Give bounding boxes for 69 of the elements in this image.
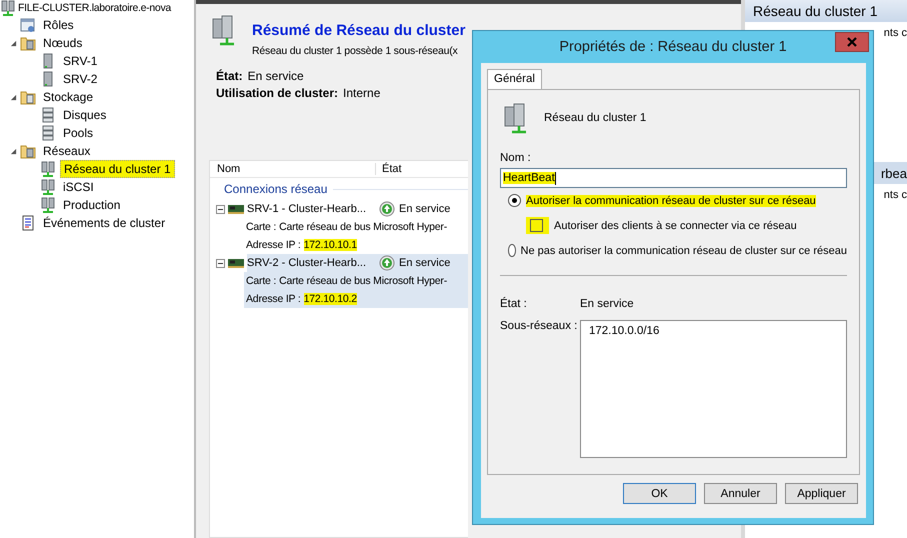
tab[interactable]: Général	[487, 69, 542, 89]
tree-item[interactable]: Pools	[60, 125, 96, 141]
detail-label: Adresse IP :	[246, 293, 301, 305]
network-server-icon	[0, 0, 16, 16]
tree-item[interactable]: Réseaux	[40, 143, 94, 159]
folder-icon	[20, 35, 36, 51]
field-label: État:	[216, 69, 243, 83]
detail-value: 172.10.10.2	[304, 293, 357, 305]
summary-subtitle: Réseau du cluster 1 possède 1 sous-réseau(x	[252, 45, 459, 57]
disk-stack-icon	[40, 107, 56, 123]
network-card-icon	[228, 204, 244, 214]
connection-name[interactable]: SRV-2 - Cluster-Hearb...	[247, 257, 375, 269]
dialog-title: Propriétés de : Réseau du cluster 1	[559, 39, 787, 55]
tree-item[interactable]: Production	[60, 197, 124, 213]
actions-header: Réseau du cluster 1	[745, 0, 907, 22]
detail-label: Adresse IP :	[246, 239, 301, 251]
collapse-icon[interactable]	[216, 258, 225, 268]
field-label: Nom :	[500, 152, 532, 164]
field-label: État :	[500, 298, 528, 310]
collapse-icon[interactable]	[216, 204, 225, 214]
field-label: Utilisation de cluster:	[216, 86, 338, 100]
checkbox-option[interactable]: Autoriser des clients à se connecter via ce réseau	[508, 217, 847, 234]
disk-stack-icon	[40, 125, 56, 141]
tree-item[interactable]: Réseau du cluster 1	[60, 160, 175, 178]
dialog-button[interactable]: Annuler	[704, 483, 777, 504]
dialog-button[interactable]: Appliquer	[785, 483, 858, 504]
radio-option[interactable]: Ne pas autoriser la communication réseau de cluster sur ce réseau	[508, 244, 847, 257]
detail-value: Carte réseau de bus Microsoft Hyper-	[279, 221, 447, 233]
tree-item[interactable]: FILE-CLUSTER.laboratoire.e-nova	[17, 2, 172, 14]
tree-item[interactable]: iSCSI	[60, 179, 97, 195]
status-text: En service	[399, 257, 450, 269]
detail-value: 172.10.10.1	[304, 239, 357, 251]
log-icon	[20, 215, 36, 231]
tree-item[interactable]: SRV-2	[60, 71, 100, 87]
tree-item[interactable]: Rôles	[40, 17, 77, 33]
network-card-icon	[228, 258, 244, 268]
status-text: En service	[399, 203, 450, 215]
field-value: Interne	[343, 86, 380, 100]
expanded-arrow-icon[interactable]	[10, 148, 16, 154]
expanded-arrow-icon[interactable]	[10, 94, 16, 100]
status-value: En service	[580, 298, 634, 310]
network-server-icon	[40, 179, 56, 195]
tree-item[interactable]: Disques	[60, 107, 110, 123]
detail-label: Carte :	[246, 221, 276, 233]
close-button[interactable]	[835, 32, 869, 52]
detail-label: Carte :	[246, 275, 276, 287]
column-header[interactable]: État	[376, 163, 402, 175]
network-server-icon	[40, 197, 56, 213]
summary-title: Résumé de Réseau du cluster	[252, 22, 466, 39]
field-label: Sous-réseaux :	[500, 320, 578, 334]
tree-item[interactable]: Événements de cluster	[40, 215, 168, 231]
field-value: En service	[248, 69, 304, 83]
network-name: Réseau du cluster 1	[544, 112, 646, 124]
connection-name[interactable]: SRV-1 - Cluster-Hearb...	[247, 203, 375, 215]
detail-value: Carte réseau de bus Microsoft Hyper-	[279, 275, 447, 287]
folder-icon	[20, 143, 36, 159]
name-field[interactable]: HeartBeat	[500, 168, 847, 188]
up-arrow-icon	[379, 201, 395, 217]
tree-item[interactable]: SRV-1	[60, 53, 100, 69]
dialog-button[interactable]: OK	[623, 483, 696, 504]
subnet-item[interactable]: 172.10.0.0/16	[589, 325, 838, 337]
close-icon	[847, 37, 857, 47]
group-header: Connexions réseau	[224, 182, 328, 196]
folder-icon	[20, 89, 36, 105]
network-server-icon	[40, 161, 56, 177]
tree-item[interactable]: Stockage	[40, 89, 96, 105]
column-header[interactable]: Nom	[210, 163, 376, 175]
expanded-arrow-icon[interactable]	[10, 40, 16, 46]
tree-item[interactable]: Nœuds	[40, 35, 86, 51]
